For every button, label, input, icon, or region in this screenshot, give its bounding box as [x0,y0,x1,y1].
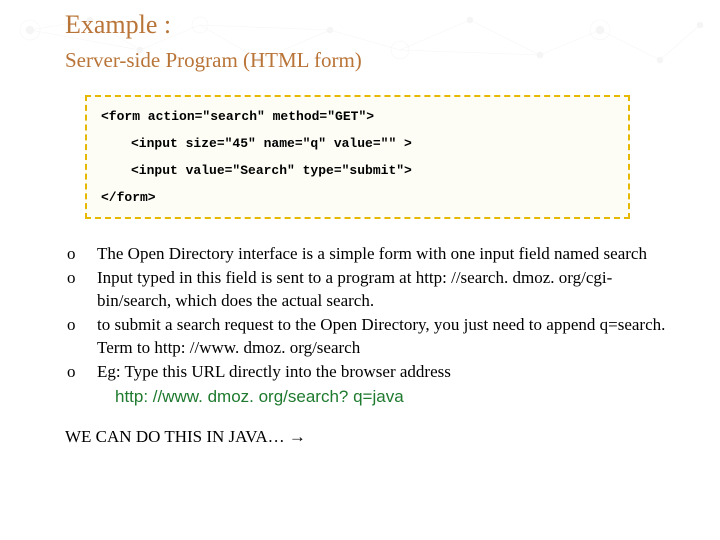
code-line-3: <input value="Search" type="submit"> [101,163,614,178]
example-url: http: //www. dmoz. org/search? q=java [97,386,670,409]
example-heading: Example : [65,10,670,40]
closing-line: WE CAN DO THIS IN JAVA… → [65,427,670,447]
bullet-marker: o [65,361,97,409]
list-item: o The Open Directory interface is a simp… [65,243,670,266]
bullet-list: o The Open Directory interface is a simp… [65,243,670,409]
bullet-text-2: Input typed in this field is sent to a p… [97,267,670,313]
code-box: <form action="search" method="GET"> <inp… [85,95,630,219]
code-line-4: </form> [101,190,614,205]
list-item: o Eg: Type this URL directly into the br… [65,361,670,409]
bullet-marker: o [65,314,97,360]
bullet-marker: o [65,243,97,266]
bullet-text-1: The Open Directory interface is a simple… [97,243,670,266]
list-item: o to submit a search request to the Open… [65,314,670,360]
code-line-1: <form action="search" method="GET"> [101,109,614,124]
bullet-text-4: Eg: Type this URL directly into the brow… [97,362,451,381]
list-item: o Input typed in this field is sent to a… [65,267,670,313]
bullet-marker: o [65,267,97,313]
bullet-text-3: to submit a search request to the Open D… [97,314,670,360]
code-line-2: <input size="45" name="q" value="" > [101,136,614,151]
subheading: Server-side Program (HTML form) [65,48,670,73]
